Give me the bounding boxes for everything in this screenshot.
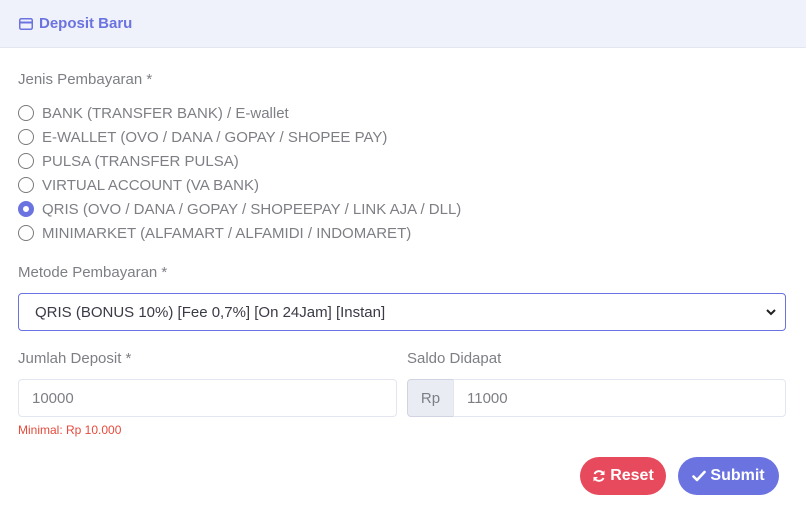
card-header: Deposit Baru [0,0,806,48]
radio-option-minimarket[interactable]: MINIMARKET (ALFAMART / ALFAMIDI / INDOMA… [18,221,461,245]
radio-label: QRIS (OVO / DANA / GOPAY / SHOPEEPAY / L… [42,200,462,218]
submit-label: Submit [710,467,765,484]
radio-label: MINIMARKET (ALFAMART / ALFAMIDI / INDOMA… [42,224,412,242]
reset-label: Reset [610,467,654,484]
deposit-amount-value: 10000 [32,389,74,407]
balance-received-input[interactable]: 11000 [453,379,786,417]
deposit-amount-input[interactable]: 10000 [18,379,397,417]
chevron-down-icon [766,309,776,316]
radio-option-virtual-account[interactable]: VIRTUAL ACCOUNT (VA BANK) [18,173,461,197]
radio-button[interactable] [18,225,34,241]
radio-label: VIRTUAL ACCOUNT (VA BANK) [42,176,259,194]
radio-button[interactable] [18,105,34,121]
payment-type-label: Jenis Pembayaran * [18,71,153,88]
reset-button[interactable]: Reset [580,457,666,495]
radio-label: BANK (TRANSFER BANK) / E-wallet [42,104,289,122]
payment-type-radio-group: BANK (TRANSFER BANK) / E-wallet E-WALLET… [18,101,461,245]
radio-button[interactable] [18,129,34,145]
submit-button[interactable]: Submit [678,457,779,495]
card-icon [19,17,33,30]
refresh-icon [593,470,605,482]
balance-received-label: Saldo Didapat [407,350,502,367]
balance-received-value: 11000 [467,389,508,407]
currency-prefix: Rp [407,379,454,417]
radio-button[interactable] [18,177,34,193]
radio-button-checked[interactable] [18,201,34,217]
radio-button[interactable] [18,153,34,169]
radio-label: PULSA (TRANSFER PULSA) [42,152,239,170]
radio-label: E-WALLET (OVO / DANA / GOPAY / SHOPEE PA… [42,128,388,146]
radio-option-pulsa[interactable]: PULSA (TRANSFER PULSA) [18,149,461,173]
radio-option-qris[interactable]: QRIS (OVO / DANA / GOPAY / SHOPEEPAY / L… [18,197,461,221]
payment-method-label: Metode Pembayaran * [18,264,168,281]
card-title: Deposit Baru [39,15,133,32]
minimum-hint: Minimal: Rp 10.000 [18,423,122,437]
radio-option-bank[interactable]: BANK (TRANSFER BANK) / E-wallet [18,101,461,125]
selected-value: QRIS (BONUS 10%) [Fee 0,7%] [On 24Jam] [… [35,303,386,321]
payment-method-select[interactable]: QRIS (BONUS 10%) [Fee 0,7%] [On 24Jam] [… [18,293,786,331]
check-icon [692,470,707,482]
radio-option-ewallet[interactable]: E-WALLET (OVO / DANA / GOPAY / SHOPEE PA… [18,125,461,149]
deposit-amount-label: Jumlah Deposit * [18,350,132,367]
